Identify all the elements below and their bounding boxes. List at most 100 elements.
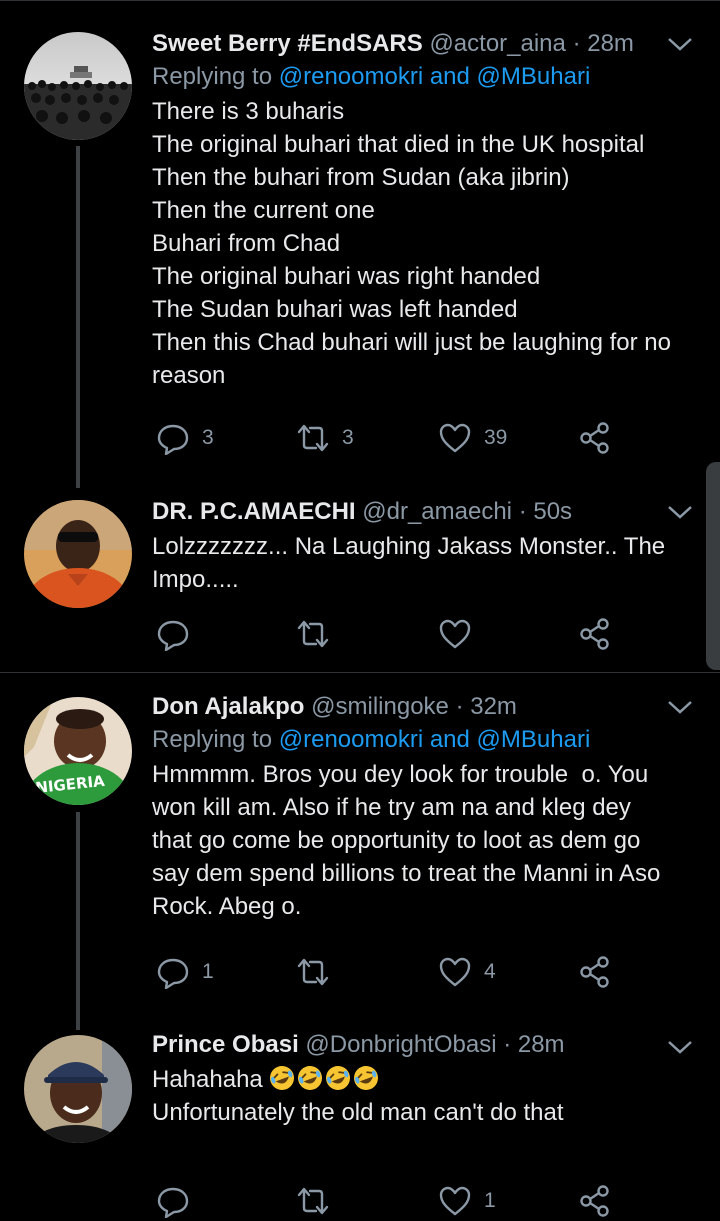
username[interactable]: @actor_aina [429, 30, 565, 57]
like-button[interactable] [438, 614, 472, 654]
tweet-actions: 3 3 39 [152, 418, 632, 458]
text-line: Buhari from Chad [152, 230, 341, 257]
reply-icon [157, 620, 189, 651]
retweet-icon [297, 424, 329, 452]
reply-icon [157, 1187, 189, 1218]
chevron-down-icon[interactable] [666, 34, 694, 54]
like-button[interactable]: 39 [438, 418, 507, 458]
text-line: The original buhari was right handed [152, 263, 541, 290]
mention-link[interactable]: @renoomokri and @MBuhari [279, 63, 591, 90]
share-icon [580, 422, 609, 454]
timestamp[interactable]: · 32m [456, 693, 517, 720]
reply-button[interactable]: 3 [156, 418, 214, 458]
text-line: There is 3 buharis [152, 98, 345, 125]
timestamp[interactable]: · 28m [573, 30, 634, 57]
reply-icon [157, 424, 189, 455]
text-line: Hmmmm. Bros you dey look for trouble o. … [152, 761, 649, 788]
display-name[interactable]: Prince Obasi [152, 1031, 299, 1058]
reply-icon [157, 958, 189, 989]
tweet-actions [152, 614, 632, 654]
text-line: Impo..... [152, 566, 239, 593]
like-count: 39 [484, 426, 508, 449]
like-count: 4 [484, 960, 496, 983]
tweet-header: Don Ajalakpo @smilingoke · 32m [152, 691, 674, 723]
timestamp[interactable]: · 50s [519, 498, 572, 525]
retweet-count: 3 [342, 426, 354, 449]
reply-count: 3 [202, 426, 214, 449]
share-icon [580, 956, 609, 988]
retweet-button[interactable]: 3 [296, 418, 354, 458]
share-button[interactable] [578, 1181, 612, 1221]
tweet-header: Sweet Berry #EndSARS @actor_aina · 28m [152, 28, 674, 60]
retweet-icon [297, 620, 329, 648]
retweet-button[interactable] [296, 952, 330, 992]
text-line: that go come be opportunity to loot as d… [152, 827, 641, 854]
share-button[interactable] [578, 418, 612, 458]
tweet-text: Hahahaha Unfortunately the old man can't… [152, 1063, 674, 1129]
username[interactable]: @smilingoke [311, 693, 449, 720]
tweet[interactable]: Prince Obasi @DonbrightObasi · 28m Hahah… [0, 1019, 720, 1218]
laughing-emoji [270, 1066, 295, 1090]
tweet[interactable]: DR. P.C.AMAECHI @dr_amaechi · 50s Lolzzz… [0, 480, 720, 672]
avatar[interactable]: NIGERIA [24, 697, 132, 805]
like-count: 1 [484, 1189, 496, 1212]
avatar[interactable] [24, 32, 132, 140]
like-button[interactable]: 1 [438, 1181, 496, 1221]
avatar[interactable] [24, 1035, 132, 1143]
emoji-group [269, 1066, 381, 1093]
replying-to: Replying to @renoomokri and @MBuhari [152, 61, 674, 93]
display-name[interactable]: Sweet Berry #EndSARS [152, 30, 423, 57]
laughing-emoji [298, 1066, 323, 1090]
display-name[interactable]: DR. P.C.AMAECHI [152, 498, 356, 525]
text-line: reason [152, 362, 226, 389]
tweet-actions: 1 [152, 1181, 632, 1221]
tweet-header: DR. P.C.AMAECHI @dr_amaechi · 50s [152, 496, 674, 528]
laughing-emoji [326, 1066, 351, 1090]
text-line: Hahahaha [152, 1063, 674, 1096]
tweet-text: There is 3 buharis The original buhari t… [152, 95, 674, 392]
chevron-down-icon[interactable] [666, 1037, 694, 1057]
reply-button[interactable]: 1 [156, 952, 214, 992]
retweet-button[interactable] [296, 1181, 330, 1221]
like-icon [439, 619, 471, 649]
retweet-button[interactable] [296, 614, 330, 654]
text-fragment: Hahahaha [152, 1066, 263, 1093]
tweet[interactable]: Sweet Berry #EndSARS @actor_aina · 28m R… [0, 0, 720, 480]
mention-link[interactable]: @renoomokri and @MBuhari [279, 726, 591, 753]
like-icon [439, 957, 471, 987]
text-line: won kill am. Also if he try am na and kl… [152, 794, 631, 821]
username[interactable]: @dr_amaechi [362, 498, 512, 525]
tweet-text: Hmmmm. Bros you dey look for trouble o. … [152, 758, 674, 923]
like-icon [439, 423, 471, 453]
text-line: Then this Chad buhari will just be laugh… [152, 329, 671, 356]
text-line: Then the current one [152, 197, 375, 224]
text-line: Then the buhari from Sudan (aka jibrin) [152, 164, 570, 191]
share-button[interactable] [578, 614, 612, 654]
text-line: The original buhari that died in the UK … [152, 131, 645, 158]
reply-count: 1 [202, 960, 214, 983]
display-name[interactable]: Don Ajalakpo [152, 693, 304, 720]
reply-button[interactable] [156, 1181, 190, 1221]
share-icon [580, 1185, 609, 1217]
chevron-down-icon[interactable] [666, 697, 694, 717]
reply-button[interactable] [156, 614, 190, 654]
retweet-icon [297, 958, 329, 986]
username[interactable]: @DonbrightObasi [305, 1031, 496, 1058]
text-line: Unfortunately the old man can't do that [152, 1099, 564, 1126]
like-icon [439, 1186, 471, 1216]
share-button[interactable] [578, 952, 612, 992]
scrollbar[interactable] [706, 462, 720, 670]
chevron-down-icon[interactable] [666, 502, 694, 522]
like-button[interactable]: 4 [438, 952, 496, 992]
replying-to-label: Replying to [152, 63, 279, 90]
text-line: The Sudan buhari was left handed [152, 296, 518, 323]
share-icon [580, 618, 609, 650]
retweet-icon [297, 1187, 329, 1215]
laughing-emoji [354, 1066, 379, 1090]
timestamp[interactable]: · 28m [503, 1031, 564, 1058]
avatar[interactable] [24, 500, 132, 608]
tweet-actions: 1 4 [152, 952, 632, 992]
replying-to: Replying to @renoomokri and @MBuhari [152, 724, 674, 756]
tweet[interactable]: NIGERIA Don Ajalakpo @smilingoke · 32m R… [0, 673, 720, 1019]
tweet-header: Prince Obasi @DonbrightObasi · 28m [152, 1029, 674, 1061]
